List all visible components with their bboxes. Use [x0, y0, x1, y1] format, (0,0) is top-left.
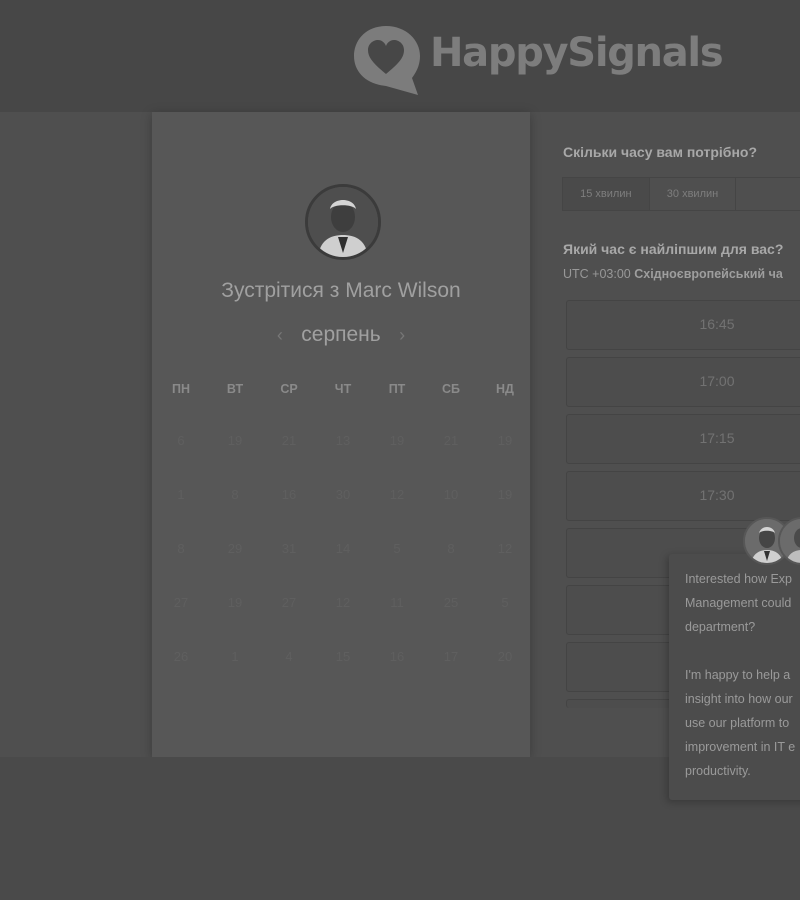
calendar-day: 1 — [231, 649, 239, 664]
calendar-day: 11 — [390, 595, 404, 610]
prev-month-button[interactable]: ‹ — [263, 325, 297, 346]
calendar-day: 16 — [389, 649, 405, 664]
weekday-header: ПН ВТ СР ЧТ ПТ СБ НД — [154, 382, 532, 396]
timezone-label: UTC +03:00 Східноєвропейський ча — [563, 267, 783, 281]
person-photo-icon — [308, 187, 378, 257]
calendar-day: 5 — [393, 541, 401, 556]
time-slot[interactable]: 17:00 — [566, 357, 800, 407]
weekday-label: НД — [496, 382, 514, 396]
calendar-day: 19 — [227, 433, 243, 448]
happysignals-logo[interactable]: HappySignals — [352, 20, 724, 96]
time-slot[interactable]: 17:30 — [566, 471, 800, 521]
calendar-day: 8 — [447, 541, 455, 556]
weekday-label: ПТ — [388, 382, 406, 396]
weekday-label: ЧТ — [334, 382, 352, 396]
chat-message: Interested how Exp Management could depa… — [685, 572, 796, 778]
person-photo-icon — [780, 519, 800, 563]
calendar-day: 21 — [281, 433, 297, 448]
calendar-day: 19 — [497, 433, 513, 448]
calendar-day: 13 — [335, 433, 351, 448]
weekday-label: ВТ — [226, 382, 244, 396]
weekday-label: ПН — [171, 382, 190, 396]
calendar-day: 10 — [443, 487, 459, 502]
calendar-day: 31 — [281, 541, 297, 556]
duration-option-more[interactable] — [736, 178, 800, 210]
duration-option-30[interactable]: 30 хвилин — [650, 178, 737, 210]
timezone-name: Східноєвропейський ча — [634, 267, 783, 281]
calendar-grid: 6 19 21 13 19 21 19 1 8 16 30 12 10 19 8… — [154, 430, 532, 700]
host-avatar — [305, 184, 381, 260]
calendar-day: 16 — [281, 487, 297, 502]
calendar-day: 6 — [177, 433, 185, 448]
calendar-day: 12 — [497, 541, 513, 556]
calendar-day: 4 — [285, 649, 293, 664]
calendar-day: 19 — [227, 595, 243, 610]
calendar-day: 14 — [335, 541, 351, 556]
weekday-label: СР — [280, 382, 298, 396]
calendar-day: 29 — [227, 541, 243, 556]
time-slot[interactable]: 16:45 — [566, 300, 800, 350]
calendar-day: 1 — [177, 487, 185, 502]
duration-selector: 15 хвилин 30 хвилин — [562, 177, 800, 211]
calendar-day: 20 — [497, 649, 513, 664]
time-question: Який час є найліпшим для вас? — [563, 241, 784, 257]
calendar-day: 30 — [335, 487, 351, 502]
weekday-label: СБ — [441, 382, 460, 396]
calendar-day: 15 — [335, 649, 351, 664]
calendar-day: 19 — [389, 433, 405, 448]
month-navigation: ‹ серпень › — [152, 323, 530, 347]
time-slot-label: 17:15 — [699, 430, 735, 446]
time-slot[interactable]: 17:15 — [566, 414, 800, 464]
time-slot-label: 16:45 — [699, 316, 735, 332]
calendar-day: 8 — [177, 541, 185, 556]
time-slot-label: 17:00 — [699, 373, 735, 389]
calendar-day: 19 — [497, 487, 513, 502]
meeting-title: Зустрітися з Marc Wilson — [221, 279, 461, 302]
calendar-day: 21 — [443, 433, 459, 448]
duration-question: Скільки часу вам потрібно? — [563, 144, 758, 160]
calendar-day: 27 — [173, 595, 189, 610]
booking-card: Зустрітися з Marc Wilson ‹ серпень › ПН … — [152, 112, 530, 757]
heart-chat-icon — [354, 26, 420, 95]
next-month-button[interactable]: › — [385, 325, 419, 346]
time-slot-label: 17:30 — [699, 487, 735, 503]
month-label: серпень — [301, 323, 381, 346]
calendar-day: 27 — [281, 595, 297, 610]
calendar-day: 12 — [335, 595, 351, 610]
logo-text: HappySignals — [430, 30, 724, 76]
duration-option-15[interactable]: 15 хвилин — [563, 178, 650, 210]
calendar-day: 5 — [501, 595, 509, 610]
calendar-day: 17 — [443, 649, 459, 664]
timezone-offset: UTC +03:00 — [563, 267, 631, 281]
calendar-day: 25 — [443, 595, 459, 610]
calendar-day: 12 — [389, 487, 405, 502]
calendar-day: 26 — [173, 649, 189, 664]
calendar-day: 8 — [231, 487, 239, 502]
chat-popup[interactable]: Interested how Exp Management could depa… — [669, 554, 800, 800]
